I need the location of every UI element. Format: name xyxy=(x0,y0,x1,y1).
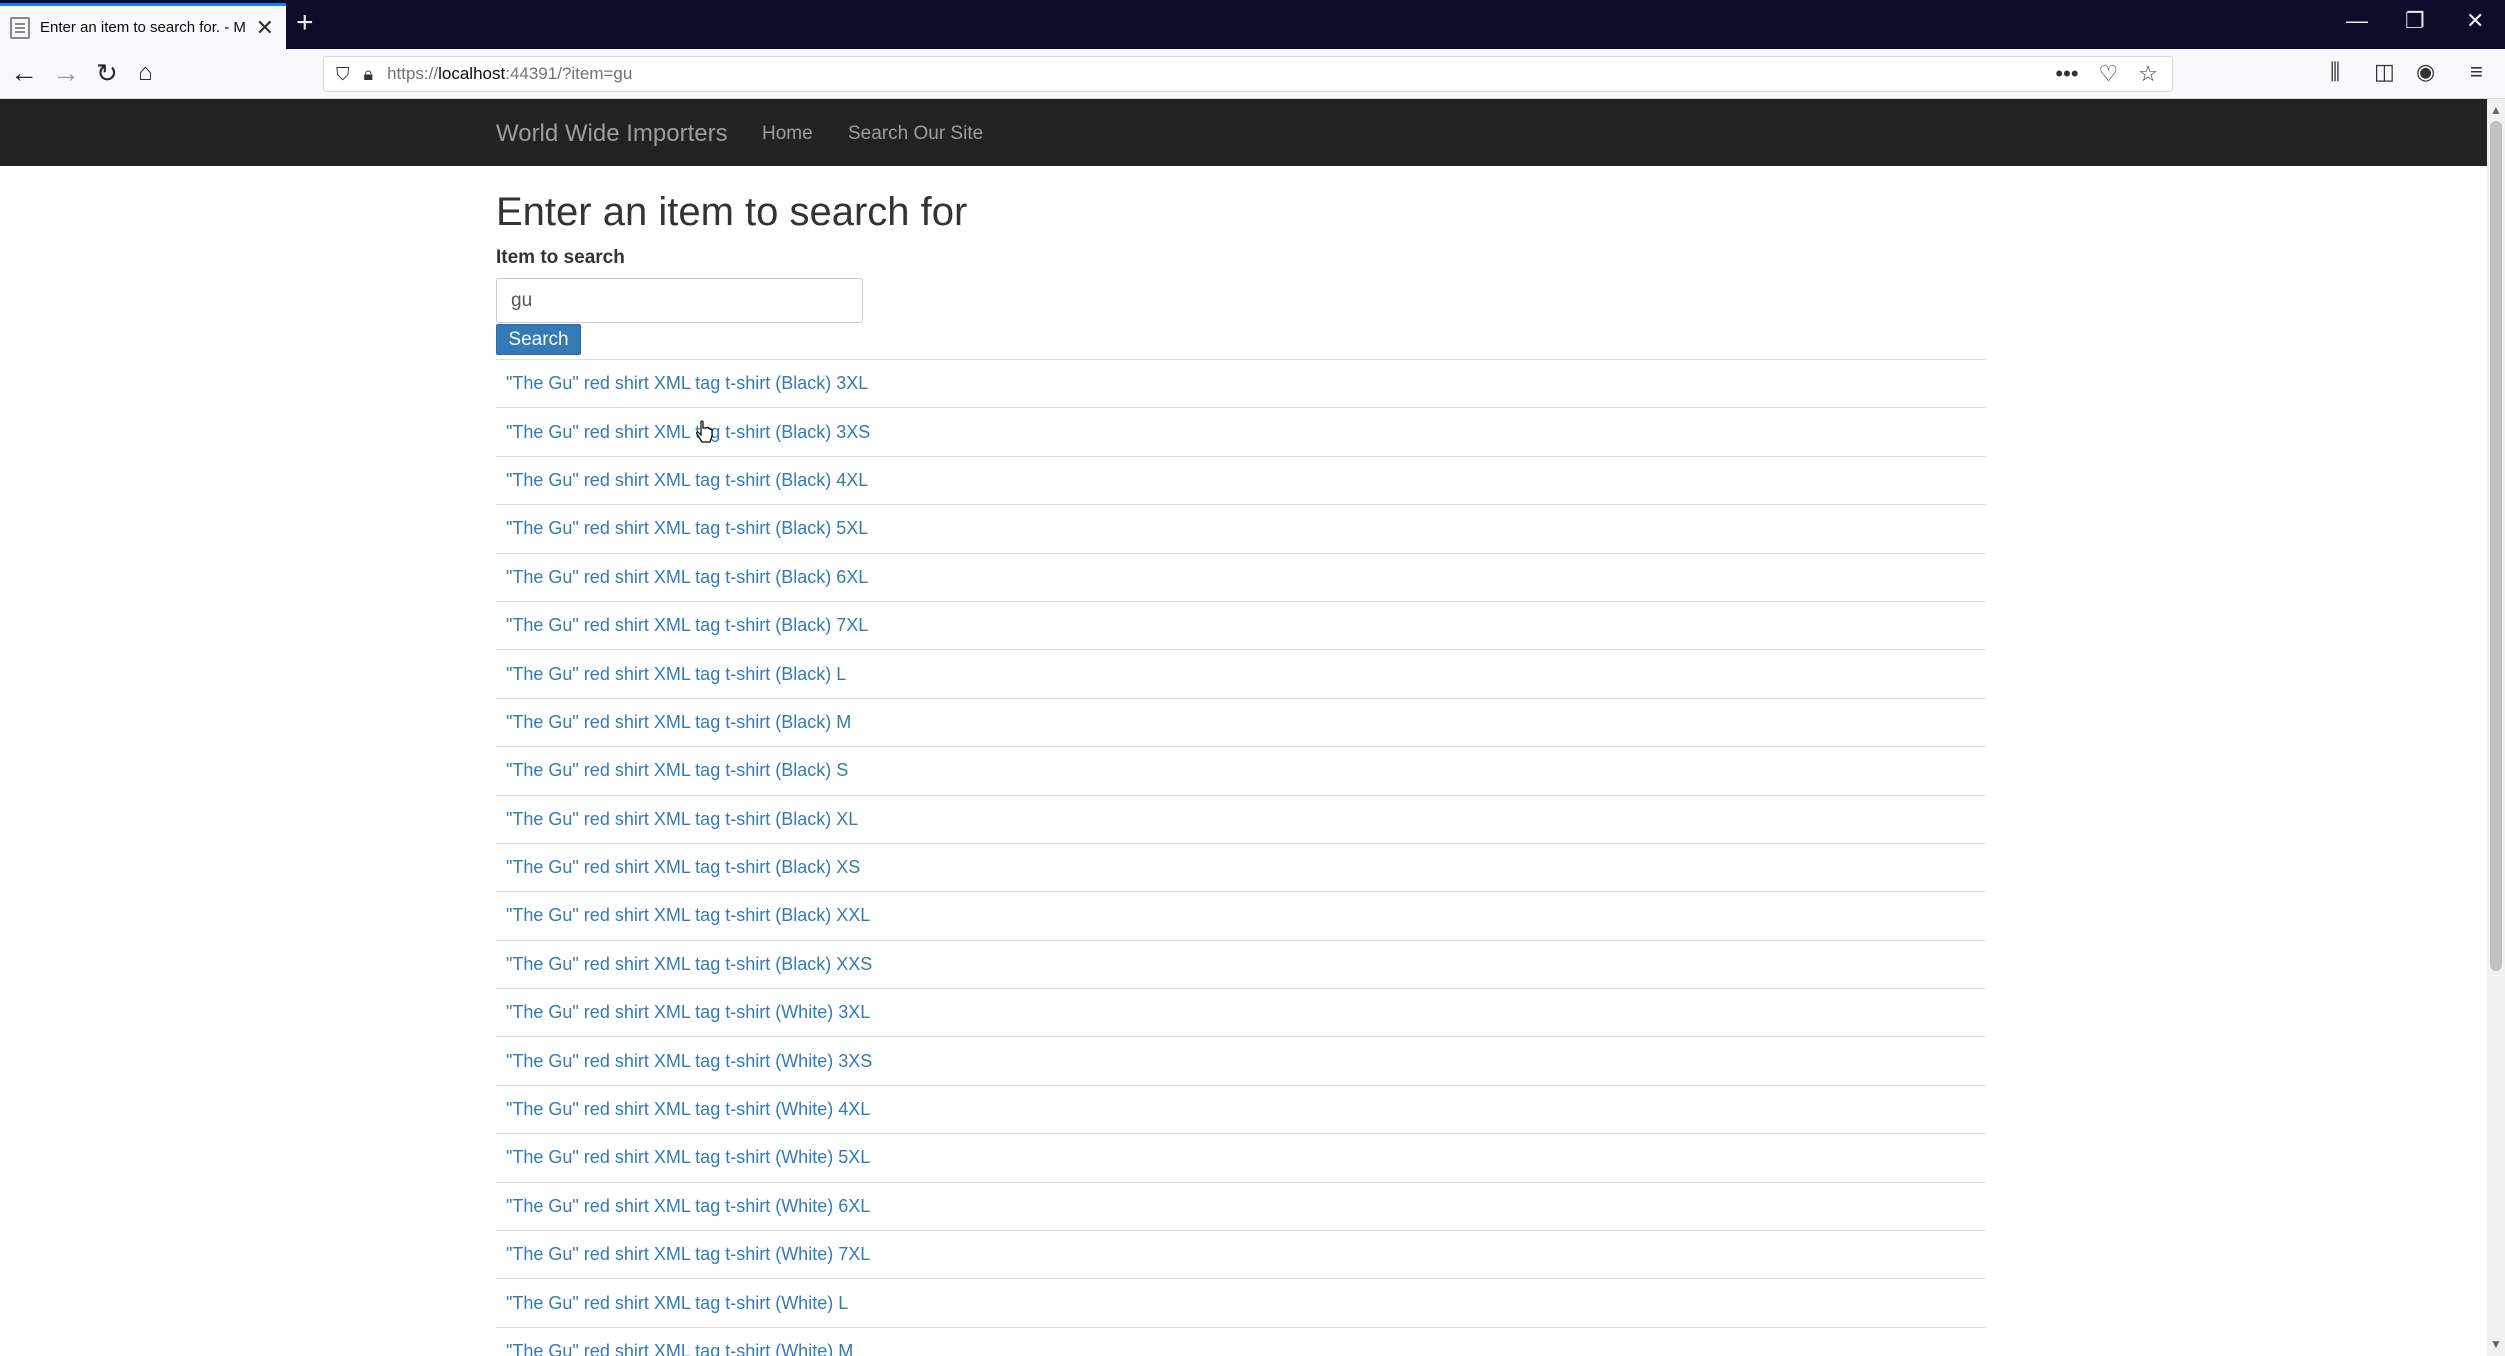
pocket-icon[interactable]: ♡ xyxy=(2099,61,2119,87)
result-row: "The Gu" red shirt XML tag t-shirt (Blac… xyxy=(496,602,1986,651)
url-prefix: https:// xyxy=(387,64,439,83)
scroll-thumb[interactable] xyxy=(2490,121,2502,971)
hand-cursor-icon xyxy=(696,420,713,443)
result-row: "The Gu" red shirt XML tag t-shirt (Blac… xyxy=(496,554,1986,602)
result-link[interactable]: "The Gu" red shirt XML tag t-shirt (Blac… xyxy=(506,809,858,830)
new-tab-button[interactable]: + xyxy=(296,8,314,38)
result-row: "The Gu" red shirt XML tag t-shirt (Whit… xyxy=(496,989,1986,1038)
search-button[interactable]: Search xyxy=(496,324,581,355)
scroll-down-arrow-icon[interactable]: ▼ xyxy=(2490,1337,2502,1351)
account-icon[interactable]: ◉ xyxy=(2416,59,2435,85)
nav-link-home[interactable]: Home xyxy=(762,123,813,145)
result-row: "The Gu" red shirt XML tag t-shirt (Blac… xyxy=(496,844,1986,893)
result-row: "The Gu" red shirt XML tag t-shirt (Blac… xyxy=(496,408,1986,457)
result-row: "The Gu" red shirt XML tag t-shirt (Blac… xyxy=(496,699,1986,748)
bookmark-star-icon[interactable]: ☆ xyxy=(2138,61,2158,87)
scroll-up-arrow-icon[interactable]: ▲ xyxy=(2490,103,2502,117)
tab-title: Enter an item to search for. - M xyxy=(40,19,246,36)
menu-icon[interactable]: ≡ xyxy=(2470,59,2483,85)
nav-link-search[interactable]: Search Our Site xyxy=(848,123,983,145)
shield-icon[interactable]: ⛉ xyxy=(336,64,350,85)
site-brand-link[interactable]: World Wide Importers xyxy=(496,120,728,148)
result-row: "The Gu" red shirt XML tag t-shirt (Blac… xyxy=(496,747,1986,796)
result-link[interactable]: "The Gu" red shirt XML tag t-shirt (Whit… xyxy=(506,1196,870,1217)
browser-toolbar: ← → ↻ ⌂ ⛉ 🔒︎ https:// localhost :44391/?… xyxy=(0,49,2505,99)
result-link[interactable]: "The Gu" red shirt XML tag t-shirt (Whit… xyxy=(506,1002,870,1023)
result-link[interactable]: "The Gu" red shirt XML tag t-shirt (Blac… xyxy=(506,712,851,733)
more-icon[interactable]: ••• xyxy=(2055,61,2078,87)
close-tab-icon[interactable]: ✕ xyxy=(256,15,274,41)
back-icon[interactable]: ← xyxy=(10,57,38,89)
result-link[interactable]: "The Gu" red shirt XML tag t-shirt (Blac… xyxy=(506,905,870,926)
browser-tab-strip: Enter an item to search for. - M ✕ + — ❐… xyxy=(0,0,2505,49)
page-scrollbar[interactable]: ▲ ▼ xyxy=(2487,99,2505,1356)
restore-icon[interactable]: ❐ xyxy=(2405,8,2425,34)
result-row: "The Gu" red shirt XML tag t-shirt (Whit… xyxy=(496,1328,1986,1356)
result-link[interactable]: "The Gu" red shirt XML tag t-shirt (Whit… xyxy=(506,1293,848,1314)
url-host: localhost xyxy=(438,64,506,83)
result-link[interactable]: "The Gu" red shirt XML tag t-shirt (Whit… xyxy=(506,1244,870,1265)
result-row: "The Gu" red shirt XML tag t-shirt (Blac… xyxy=(496,650,1986,699)
result-link[interactable]: "The Gu" red shirt XML tag t-shirt (Blac… xyxy=(506,470,868,491)
result-row: "The Gu" red shirt XML tag t-shirt (Blac… xyxy=(496,941,1986,990)
result-row: "The Gu" red shirt XML tag t-shirt (Whit… xyxy=(496,1279,1986,1328)
result-row: "The Gu" red shirt XML tag t-shirt (Whit… xyxy=(496,1183,1986,1232)
address-bar[interactable]: ⛉ 🔒︎ https:// localhost :44391/?item=gu … xyxy=(323,56,2173,92)
result-row: "The Gu" red shirt XML tag t-shirt (Whit… xyxy=(496,1231,1986,1280)
result-link[interactable]: "The Gu" red shirt XML tag t-shirt (Whit… xyxy=(506,1099,870,1120)
result-row: "The Gu" red shirt XML tag t-shirt (Whit… xyxy=(496,1134,1986,1183)
site-navbar: World Wide Importers Home Search Our Sit… xyxy=(0,99,2487,166)
url-path: :44391/?item=gu xyxy=(505,64,633,83)
results-list: "The Gu" red shirt XML tag t-shirt (Blac… xyxy=(496,359,1986,1356)
minimize-icon[interactable]: — xyxy=(2346,8,2368,34)
result-row: "The Gu" red shirt XML tag t-shirt (Blac… xyxy=(496,892,1986,941)
page-title: Enter an item to search for xyxy=(496,190,968,234)
result-row: "The Gu" red shirt XML tag t-shirt (Blac… xyxy=(496,457,1986,506)
result-link[interactable]: "The Gu" red shirt XML tag t-shirt (Whit… xyxy=(506,1341,853,1356)
main-content: Enter an item to search for Item to sear… xyxy=(496,166,1986,1356)
result-link[interactable]: "The Gu" red shirt XML tag t-shirt (Blac… xyxy=(506,422,870,443)
browser-tab[interactable]: Enter an item to search for. - M ✕ xyxy=(0,3,286,49)
result-link[interactable]: "The Gu" red shirt XML tag t-shirt (Blac… xyxy=(506,760,848,781)
page-viewport: World Wide Importers Home Search Our Sit… xyxy=(0,99,2487,1356)
result-row: "The Gu" red shirt XML tag t-shirt (Blac… xyxy=(496,505,1986,554)
result-row: "The Gu" red shirt XML tag t-shirt (Whit… xyxy=(496,1086,1986,1135)
result-link[interactable]: "The Gu" red shirt XML tag t-shirt (Blac… xyxy=(506,857,860,878)
result-link[interactable]: "The Gu" red shirt XML tag t-shirt (Whit… xyxy=(506,1051,872,1072)
sidebar-icon[interactable]: ◫ xyxy=(2374,59,2395,85)
result-row: "The Gu" red shirt XML tag t-shirt (Whit… xyxy=(496,1037,1986,1086)
search-input[interactable] xyxy=(496,278,863,323)
result-link[interactable]: "The Gu" red shirt XML tag t-shirt (Blac… xyxy=(506,615,868,636)
forward-icon[interactable]: → xyxy=(52,57,80,89)
result-link[interactable]: "The Gu" red shirt XML tag t-shirt (Blac… xyxy=(506,567,868,588)
page-icon xyxy=(10,16,30,39)
result-row: "The Gu" red shirt XML tag t-shirt (Blac… xyxy=(496,796,1986,844)
close-window-icon[interactable]: ✕ xyxy=(2466,8,2484,34)
search-field-label: Item to search xyxy=(496,247,625,268)
result-row: "The Gu" red shirt XML tag t-shirt (Blac… xyxy=(496,360,1986,409)
result-link[interactable]: "The Gu" red shirt XML tag t-shirt (Blac… xyxy=(506,664,846,685)
reload-icon[interactable]: ↻ xyxy=(96,57,118,89)
result-link[interactable]: "The Gu" red shirt XML tag t-shirt (Blac… xyxy=(506,373,868,394)
result-link[interactable]: "The Gu" red shirt XML tag t-shirt (Blac… xyxy=(506,954,872,975)
library-icon[interactable]: ⫼ xyxy=(2330,59,2340,85)
home-icon[interactable]: ⌂ xyxy=(138,57,153,89)
lock-icon[interactable]: 🔒︎ xyxy=(364,64,374,85)
result-link[interactable]: "The Gu" red shirt XML tag t-shirt (Blac… xyxy=(506,518,868,539)
result-link[interactable]: "The Gu" red shirt XML tag t-shirt (Whit… xyxy=(506,1147,870,1168)
url-actions: ••• ♡ ☆ xyxy=(2055,61,2158,87)
